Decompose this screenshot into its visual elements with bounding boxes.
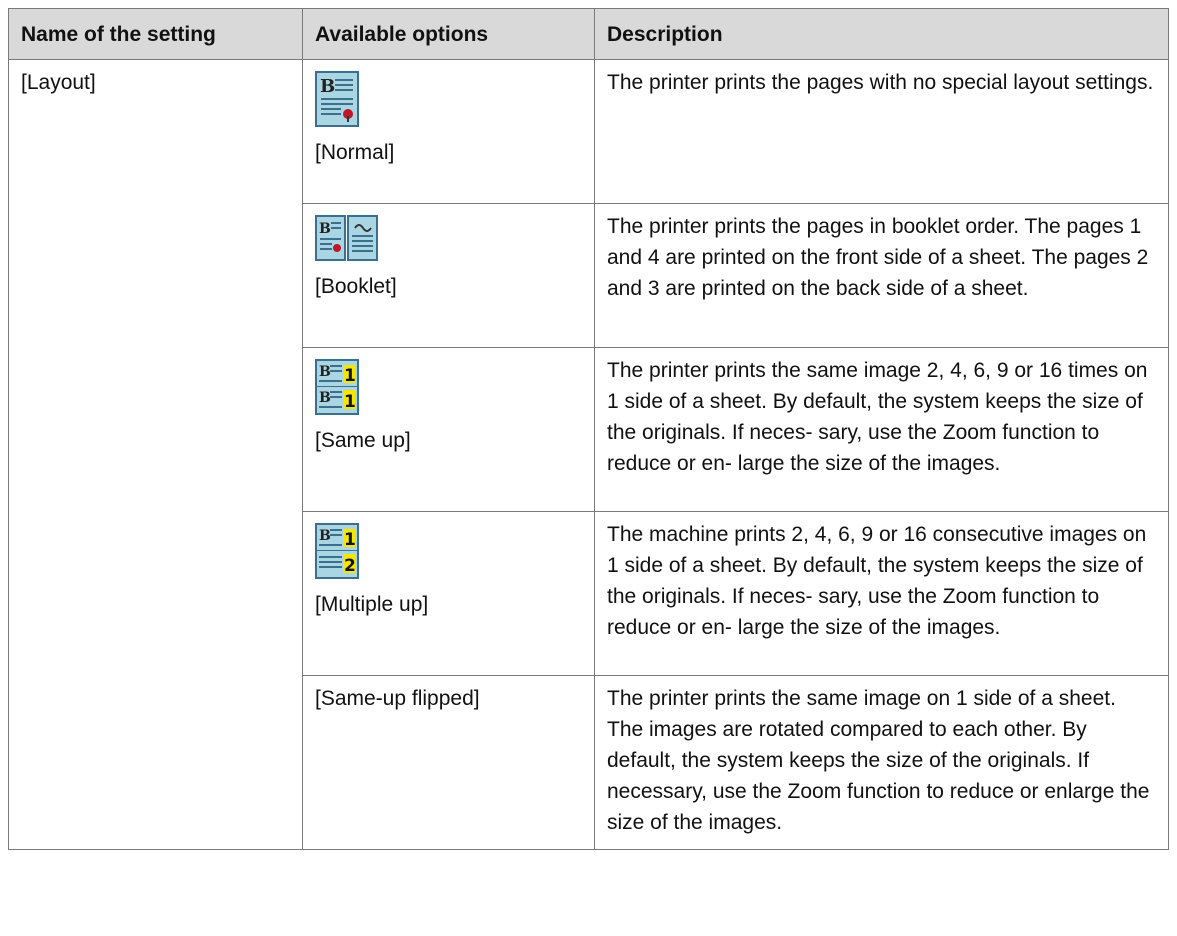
same-up-layout-icon: B 1 B 1: [315, 359, 582, 415]
booklet-layout-icon: B: [315, 215, 582, 261]
svg-text:B: B: [319, 390, 331, 406]
description-cell: The machine prints 2, 4, 6, 9 or 16 cons…: [594, 511, 1169, 676]
svg-text:1: 1: [344, 530, 356, 550]
option-label-multiple-up: [Multiple up]: [315, 593, 429, 616]
multiple-up-layout-icon: B 1 2: [315, 523, 582, 579]
option-label-same-up-flipped: [Same-up flipped]: [315, 687, 480, 710]
description-cell: The printer prints the pages with no spe…: [594, 59, 1169, 204]
header-description: Description: [594, 8, 1169, 60]
description-booklet: The printer prints the pages in booklet …: [607, 215, 1149, 300]
description-multiple-up: The machine prints 2, 4, 6, 9 or 16 cons…: [607, 523, 1147, 639]
description-cell: The printer prints the same image on 1 s…: [594, 675, 1169, 850]
svg-text:2: 2: [344, 556, 356, 576]
svg-text:B: B: [320, 76, 335, 97]
svg-text:B: B: [319, 221, 331, 237]
table-row: [Layout] B [Normal] The printer prints t…: [8, 59, 1169, 850]
option-label-normal: [Normal]: [315, 141, 395, 164]
option-label-same-up: [Same up]: [315, 429, 411, 452]
settings-table: Name of the setting Available options De…: [8, 8, 1169, 850]
option-cell: B [Normal]: [302, 59, 595, 204]
header-available-options: Available options: [302, 8, 595, 60]
normal-layout-icon: B: [315, 71, 582, 127]
header-setting-name: Name of the setting: [8, 8, 303, 60]
option-cell: [Same-up flipped]: [302, 675, 595, 850]
description-same-up-flipped: The printer prints the same image on 1 s…: [607, 687, 1150, 834]
svg-text:B: B: [319, 528, 331, 544]
table-header-row: Name of the setting Available options De…: [8, 8, 1169, 60]
option-label-booklet: [Booklet]: [315, 275, 397, 298]
option-cell: B 1 2 [Multiple up]: [302, 511, 595, 676]
setting-name-cell: [Layout]: [8, 59, 303, 850]
svg-text:B: B: [319, 364, 331, 380]
option-cell: B 1 B 1 [Same up]: [302, 347, 595, 512]
svg-text:1: 1: [344, 366, 356, 386]
description-cell: The printer prints the pages in booklet …: [594, 203, 1169, 348]
setting-name: [Layout]: [21, 71, 96, 94]
description-same-up: The printer prints the same image 2, 4, …: [607, 359, 1148, 475]
description-cell: The printer prints the same image 2, 4, …: [594, 347, 1169, 512]
page: Name of the setting Available options De…: [0, 0, 1177, 936]
option-cell: B [Booklet]: [302, 203, 595, 348]
svg-text:1: 1: [344, 392, 356, 412]
description-normal: The printer prints the pages with no spe…: [607, 71, 1154, 94]
